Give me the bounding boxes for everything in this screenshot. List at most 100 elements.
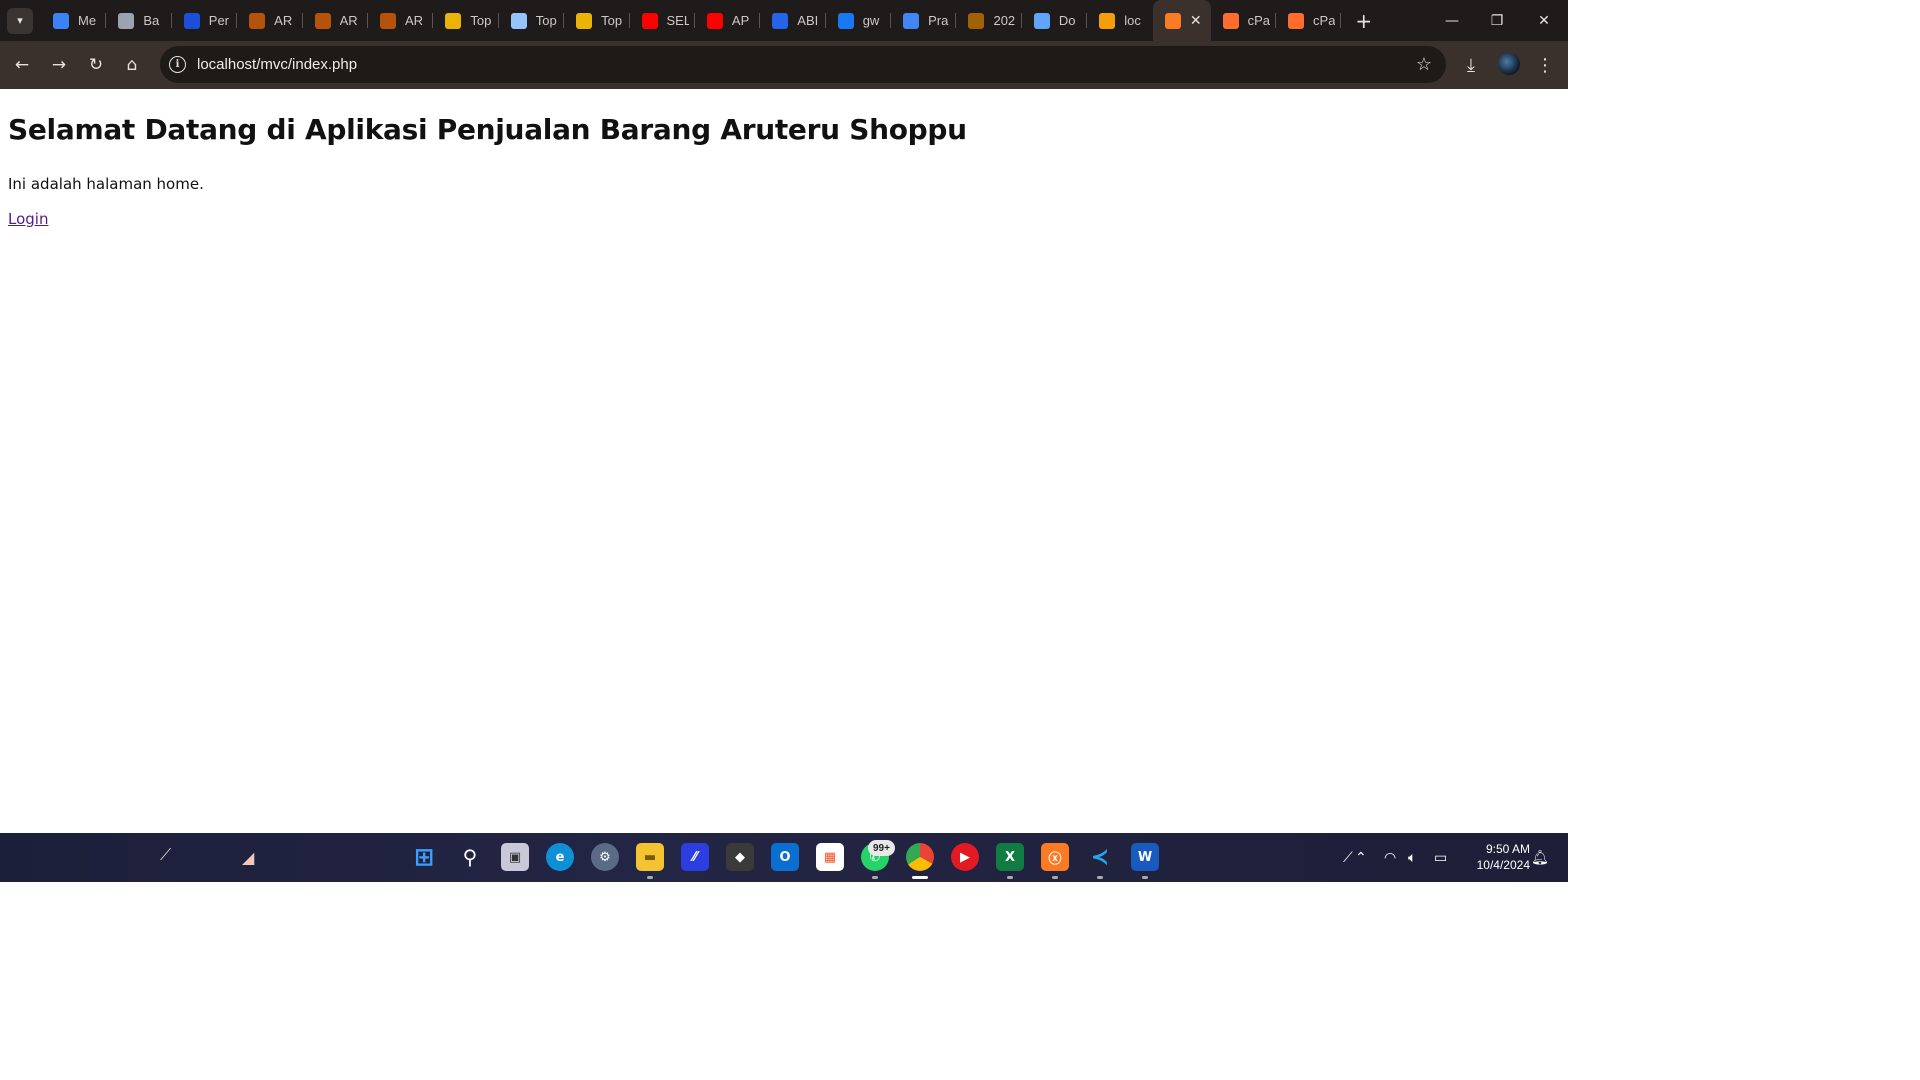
tab-search-chevron-icon[interactable]: ▾	[7, 7, 33, 34]
browser-tab[interactable]: SEL	[630, 0, 695, 41]
tab-title: AR	[404, 13, 424, 28]
browser-tab[interactable]: AR	[368, 0, 434, 41]
page-title: Selamat Datang di Aplikasi Penjualan Bar…	[8, 113, 967, 146]
emblem-icon	[968, 12, 985, 29]
browser-tab[interactable]: ABI	[760, 0, 826, 41]
wallpaper-decoration: ⟋	[160, 845, 172, 864]
clock-date: 10/4/2024	[1476, 858, 1530, 872]
youtube-icon	[641, 12, 658, 29]
tab-title: ABI	[797, 13, 819, 28]
tab-title: AR	[339, 13, 358, 28]
restore-button[interactable]: ❐	[1474, 0, 1520, 41]
search-icon[interactable]: ⚲	[456, 843, 484, 871]
outlook-icon[interactable]: O	[771, 843, 799, 871]
tab-title: Top	[470, 13, 492, 28]
app-icon[interactable]: ⁄⁄	[681, 843, 709, 871]
intro-text: Ini adalah halaman home.	[8, 175, 204, 193]
browser-tab[interactable]: Top	[564, 0, 630, 41]
back-button[interactable]: ←	[8, 51, 36, 79]
edge-icon[interactable]: e	[546, 843, 574, 871]
media-player-icon[interactable]: ▶	[951, 843, 979, 871]
start-windows-icon[interactable]: ⊞	[410, 843, 438, 871]
menu-kebab-icon[interactable]: ⋮	[1531, 51, 1559, 79]
forward-button[interactable]: →	[45, 51, 73, 79]
c-logo-icon	[772, 12, 789, 29]
browser-tab[interactable]: 202	[956, 0, 1022, 41]
settings-gear-icon[interactable]: ⚙	[591, 843, 619, 871]
tab-title: Top	[535, 13, 557, 28]
chevron-up-icon[interactable]: ⌃	[1355, 833, 1367, 882]
home-button[interactable]: ⌂	[118, 51, 146, 79]
taskbar: ⟋ ◢ ⊞ ⚲ ▣ e ⚙ ▬ ⁄⁄ ◆ O ▦ ✆ ▶ X ⓧ ≺ W ⟋ ⌃…	[0, 833, 1568, 882]
browser-tab[interactable]: Per	[172, 0, 238, 41]
pen-icon	[576, 12, 593, 29]
wifi-icon[interactable]: ◠	[1384, 833, 1396, 882]
xampp-icon	[1164, 12, 1181, 29]
browser-tab[interactable]: ✕	[1152, 0, 1211, 41]
cpanel-icon	[1222, 12, 1239, 29]
site-info-icon[interactable]: i	[169, 56, 186, 73]
reload-button[interactable]: ↻	[82, 51, 110, 79]
store-icon[interactable]: ▦	[816, 843, 844, 871]
browser-tab[interactable]: cPa	[1276, 0, 1342, 41]
minimize-button[interactable]: —	[1429, 0, 1475, 41]
battery-icon[interactable]: ▭	[1434, 833, 1447, 882]
wallpaper-decoration: ◢	[242, 848, 255, 867]
tab-title: 202	[993, 13, 1016, 28]
pen-tray-icon[interactable]: ⟋	[1343, 833, 1353, 882]
network-icon	[1033, 12, 1050, 29]
s-logo-icon	[53, 12, 69, 29]
volume-icon[interactable]: 🔈︎	[1408, 833, 1416, 882]
x-logo-icon	[510, 12, 527, 29]
vscode-icon[interactable]: ≺	[1086, 843, 1114, 871]
login-link[interactable]: Login	[8, 210, 48, 228]
tab-list: Me Ba Per AR AR AR Top Top Top SEL AP ABI gw Pra 202 Do…	[41, 0, 1342, 41]
crest-icon	[249, 12, 266, 29]
tab-title: loc	[1124, 13, 1141, 28]
tab-title: Top	[601, 13, 623, 28]
word-icon[interactable]: W	[1131, 843, 1159, 871]
browser-tab[interactable]: Me	[41, 0, 107, 41]
tab-title: AR	[274, 13, 293, 28]
browser-tab[interactable]: loc	[1087, 0, 1152, 41]
address-bar[interactable]: i localhost/mvc/index.php ☆	[160, 46, 1446, 83]
browser-tab[interactable]: AR	[303, 0, 368, 41]
tab-title: Me	[78, 13, 97, 28]
bookmark-star-icon[interactable]: ☆	[1416, 54, 1432, 75]
file-explorer-icon[interactable]: ▬	[636, 843, 664, 871]
browser-tab[interactable]: Top	[433, 0, 499, 41]
task-view-icon[interactable]: ▣	[501, 843, 529, 871]
cpanel-icon	[1288, 12, 1305, 29]
tab-title: Per	[208, 13, 230, 28]
url-text[interactable]: localhost/mvc/index.php	[197, 56, 357, 73]
tab-title: Pra	[928, 13, 949, 28]
taskbar-clock[interactable]: 9:50 AM 10/4/2024	[1462, 841, 1530, 873]
profile-avatar[interactable]	[1498, 53, 1520, 75]
notification-bell-icon[interactable]: 🔔︎	[1531, 833, 1549, 882]
excel-icon[interactable]: X	[996, 843, 1024, 871]
browser-tab[interactable]: Top	[499, 0, 565, 41]
chrome-icon[interactable]	[906, 843, 934, 871]
pen-icon	[445, 12, 462, 29]
tab-title: cPa	[1313, 13, 1336, 28]
facebook-icon	[837, 12, 854, 29]
xampp-icon[interactable]: ⓧ	[1041, 843, 1069, 871]
browser-tab[interactable]: gw	[826, 0, 892, 41]
new-tab-button[interactable]: +	[1355, 9, 1372, 33]
tab-close-icon[interactable]: ✕	[1190, 12, 1202, 29]
browser-tab[interactable]: Do	[1022, 0, 1088, 41]
download-icon[interactable]: ⤓	[1457, 51, 1485, 79]
browser-tab[interactable]: AP	[695, 0, 761, 41]
globe-icon	[118, 12, 135, 29]
browser-tab[interactable]: cPa	[1211, 0, 1277, 41]
close-window-button[interactable]: ✕	[1521, 0, 1567, 41]
youtube-icon	[706, 12, 723, 29]
app-icon[interactable]: ◆	[726, 843, 754, 871]
browser-tab[interactable]: Ba	[106, 0, 172, 41]
tab-title: gw	[862, 13, 880, 28]
page-content: Selamat Datang di Aplikasi Penjualan Bar…	[0, 89, 1568, 833]
tab-title: Do	[1058, 13, 1076, 28]
tab-strip: ▾ Me Ba Per AR AR AR Top Top Top SEL AP ABI gw Pra 202…	[0, 0, 1568, 41]
browser-tab[interactable]: AR	[237, 0, 303, 41]
browser-tab[interactable]: Pra	[891, 0, 957, 41]
